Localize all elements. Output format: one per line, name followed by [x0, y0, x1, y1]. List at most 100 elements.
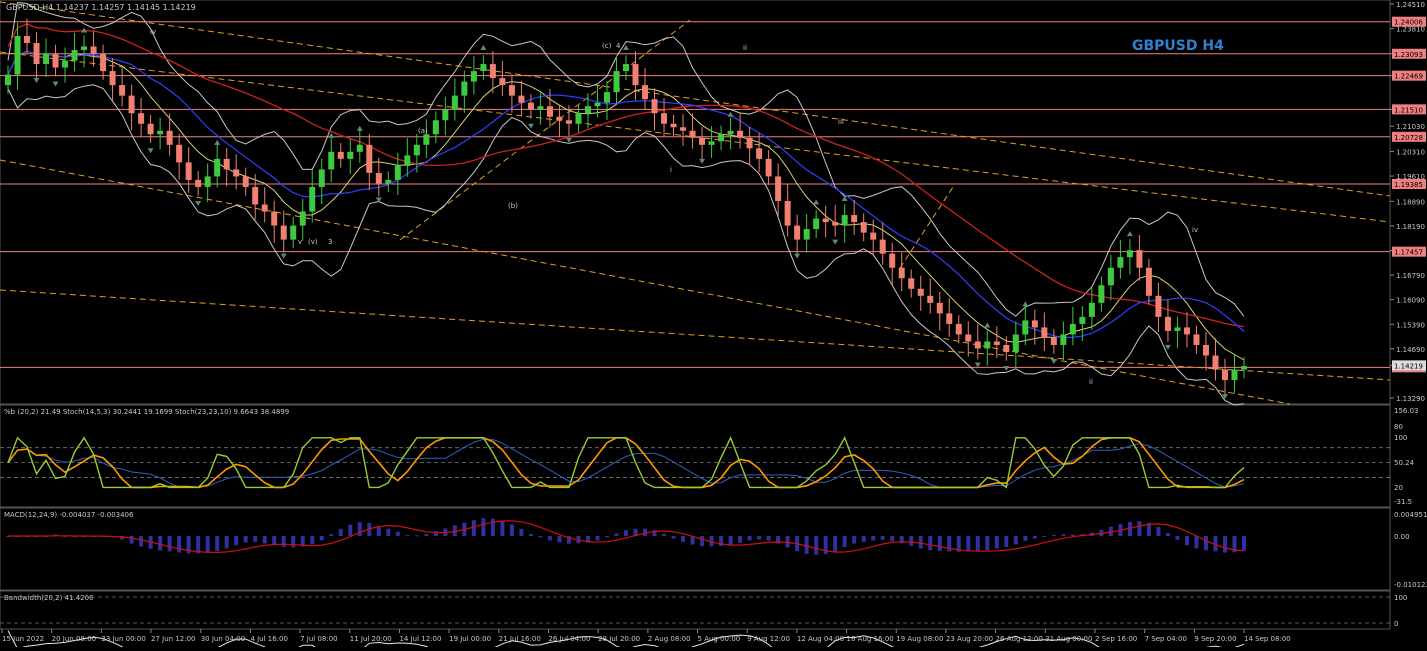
candle-body — [128, 95, 135, 114]
macd-hist-bar — [700, 536, 705, 547]
time-tick-label: 16 Aug 16:00 — [847, 635, 894, 643]
time-tick-label: 14 Sep 08:00 — [1244, 635, 1291, 643]
stoch-axis: 156.03 80 100 50.24 20 -31.5 — [1394, 407, 1419, 506]
wave-label: (c) — [602, 42, 612, 50]
candle-body — [1212, 355, 1219, 370]
candle-body — [1241, 366, 1247, 370]
time-axis: 15 Jun 2022 20 Jun 08:00 23 Jun 00:00 27 Ju… — [1, 629, 1291, 643]
macd-hist-bar — [614, 533, 619, 536]
macd-hist-bar — [557, 536, 562, 543]
candle-body — [100, 53, 107, 72]
macd-hist-bar — [310, 536, 315, 545]
price-tag-label: 1.19385 — [1394, 181, 1423, 189]
candle-body — [927, 295, 934, 303]
candle-body — [1117, 257, 1124, 268]
candle-body — [623, 64, 629, 72]
candle-body — [936, 302, 943, 314]
macd-hist-bar — [414, 535, 419, 537]
macd-hist-bar — [1194, 536, 1199, 549]
time-tick-label: 26 Jul 04:00 — [548, 635, 590, 643]
candle-body — [1231, 369, 1238, 381]
price-tag-label: 1.17457 — [1394, 249, 1423, 257]
candle-body — [917, 288, 924, 296]
candle-body — [1031, 320, 1038, 328]
candle-body — [233, 169, 240, 177]
macd-hist-bar — [348, 524, 353, 536]
candle-body — [1107, 267, 1114, 286]
candle-body — [661, 113, 668, 124]
macd-hist-bar — [738, 536, 743, 543]
candle-body — [879, 239, 886, 254]
candle-body — [565, 120, 572, 124]
macd-hist-bar — [1023, 536, 1028, 541]
candle-body — [803, 229, 810, 240]
macd-hist-bar — [728, 536, 733, 545]
macd-hist-bar — [243, 536, 248, 543]
candle-body — [318, 169, 325, 187]
time-tick-label: 15 Jun 2022 — [2, 635, 44, 643]
candle-body — [1164, 316, 1171, 331]
macd-hist-bar — [595, 536, 600, 541]
candle-body — [432, 120, 439, 135]
candle-body — [242, 176, 249, 187]
macd-hist-bar — [747, 536, 752, 541]
macd-hist-bar — [490, 518, 495, 536]
macd-hist-bar — [158, 536, 163, 551]
candle-body — [965, 334, 972, 342]
macd-hist-bar — [814, 536, 819, 555]
candle-body — [584, 106, 591, 114]
price-tag-label: 1.22469 — [1394, 73, 1423, 81]
macd-hist-bar — [471, 520, 476, 536]
candle-body — [946, 313, 953, 324]
candle-body — [166, 130, 173, 145]
candle-body — [204, 176, 211, 187]
macd-hist-bar — [624, 530, 628, 536]
macd-hist-bar — [861, 536, 866, 542]
macd-hist-bar — [215, 536, 220, 551]
chart-canvas[interactable]: iv(c) 4 ii(a)iiii(b)v (v) 3ivii GBPUSD,H4 1.… — [0, 0, 1427, 651]
macd-hist-bar — [1184, 536, 1189, 546]
main-price-panel[interactable] — [0, 0, 1391, 405]
candle-body — [52, 53, 59, 68]
macd-axis-label: 0.004951 — [1394, 511, 1427, 519]
time-tick-label: 28 Jul 20:00 — [598, 635, 640, 643]
price-tags: 1.24006 1.23093 1.22469 1.21510 1.20728 1.193… — [1392, 16, 1426, 373]
candle-body — [499, 78, 506, 86]
candle-body — [366, 144, 373, 173]
candle-body — [813, 218, 820, 230]
candle-body — [537, 106, 544, 110]
macd-hist-bar — [1032, 536, 1037, 539]
macd-hist-bar — [528, 533, 533, 536]
macd-hist-bar — [604, 536, 609, 538]
candle-body — [442, 109, 449, 121]
macd-hist-bar — [985, 536, 990, 551]
price-tag-label: 1.20728 — [1394, 134, 1423, 142]
candle-body — [185, 162, 192, 180]
wave-label: v — [298, 238, 302, 246]
candle-body — [1098, 285, 1105, 303]
macd-hist-bar — [681, 536, 686, 542]
macd-axis: 0.004951 0.00 -0.010123 — [1394, 511, 1427, 589]
bandwidth-axis: 100 0 — [1394, 594, 1407, 628]
candle-body — [908, 278, 915, 289]
candle-body — [718, 134, 725, 142]
candle-body — [993, 341, 1000, 345]
macd-hist-bar — [433, 531, 438, 536]
price-tag-label: 1.24006 — [1394, 19, 1423, 27]
candle-body — [765, 158, 772, 177]
candle-body — [737, 130, 744, 138]
macd-hist-bar — [804, 536, 809, 554]
candle-body — [24, 35, 31, 43]
price-tick-label: 1.15390 — [1396, 321, 1425, 329]
price-tick-label: 1.18890 — [1396, 198, 1425, 206]
macd-hist-bar — [196, 536, 201, 554]
candle-body — [299, 211, 306, 226]
macd-hist-bar — [1165, 533, 1170, 536]
time-tick-label: 5 Aug 00:00 — [698, 635, 741, 643]
stoch-panel[interactable] — [0, 404, 1391, 508]
candle-body — [1050, 337, 1057, 345]
candle-body — [43, 53, 50, 65]
candle-body — [489, 64, 496, 79]
macd-hist-bar — [272, 536, 277, 546]
candle-body — [851, 215, 858, 223]
